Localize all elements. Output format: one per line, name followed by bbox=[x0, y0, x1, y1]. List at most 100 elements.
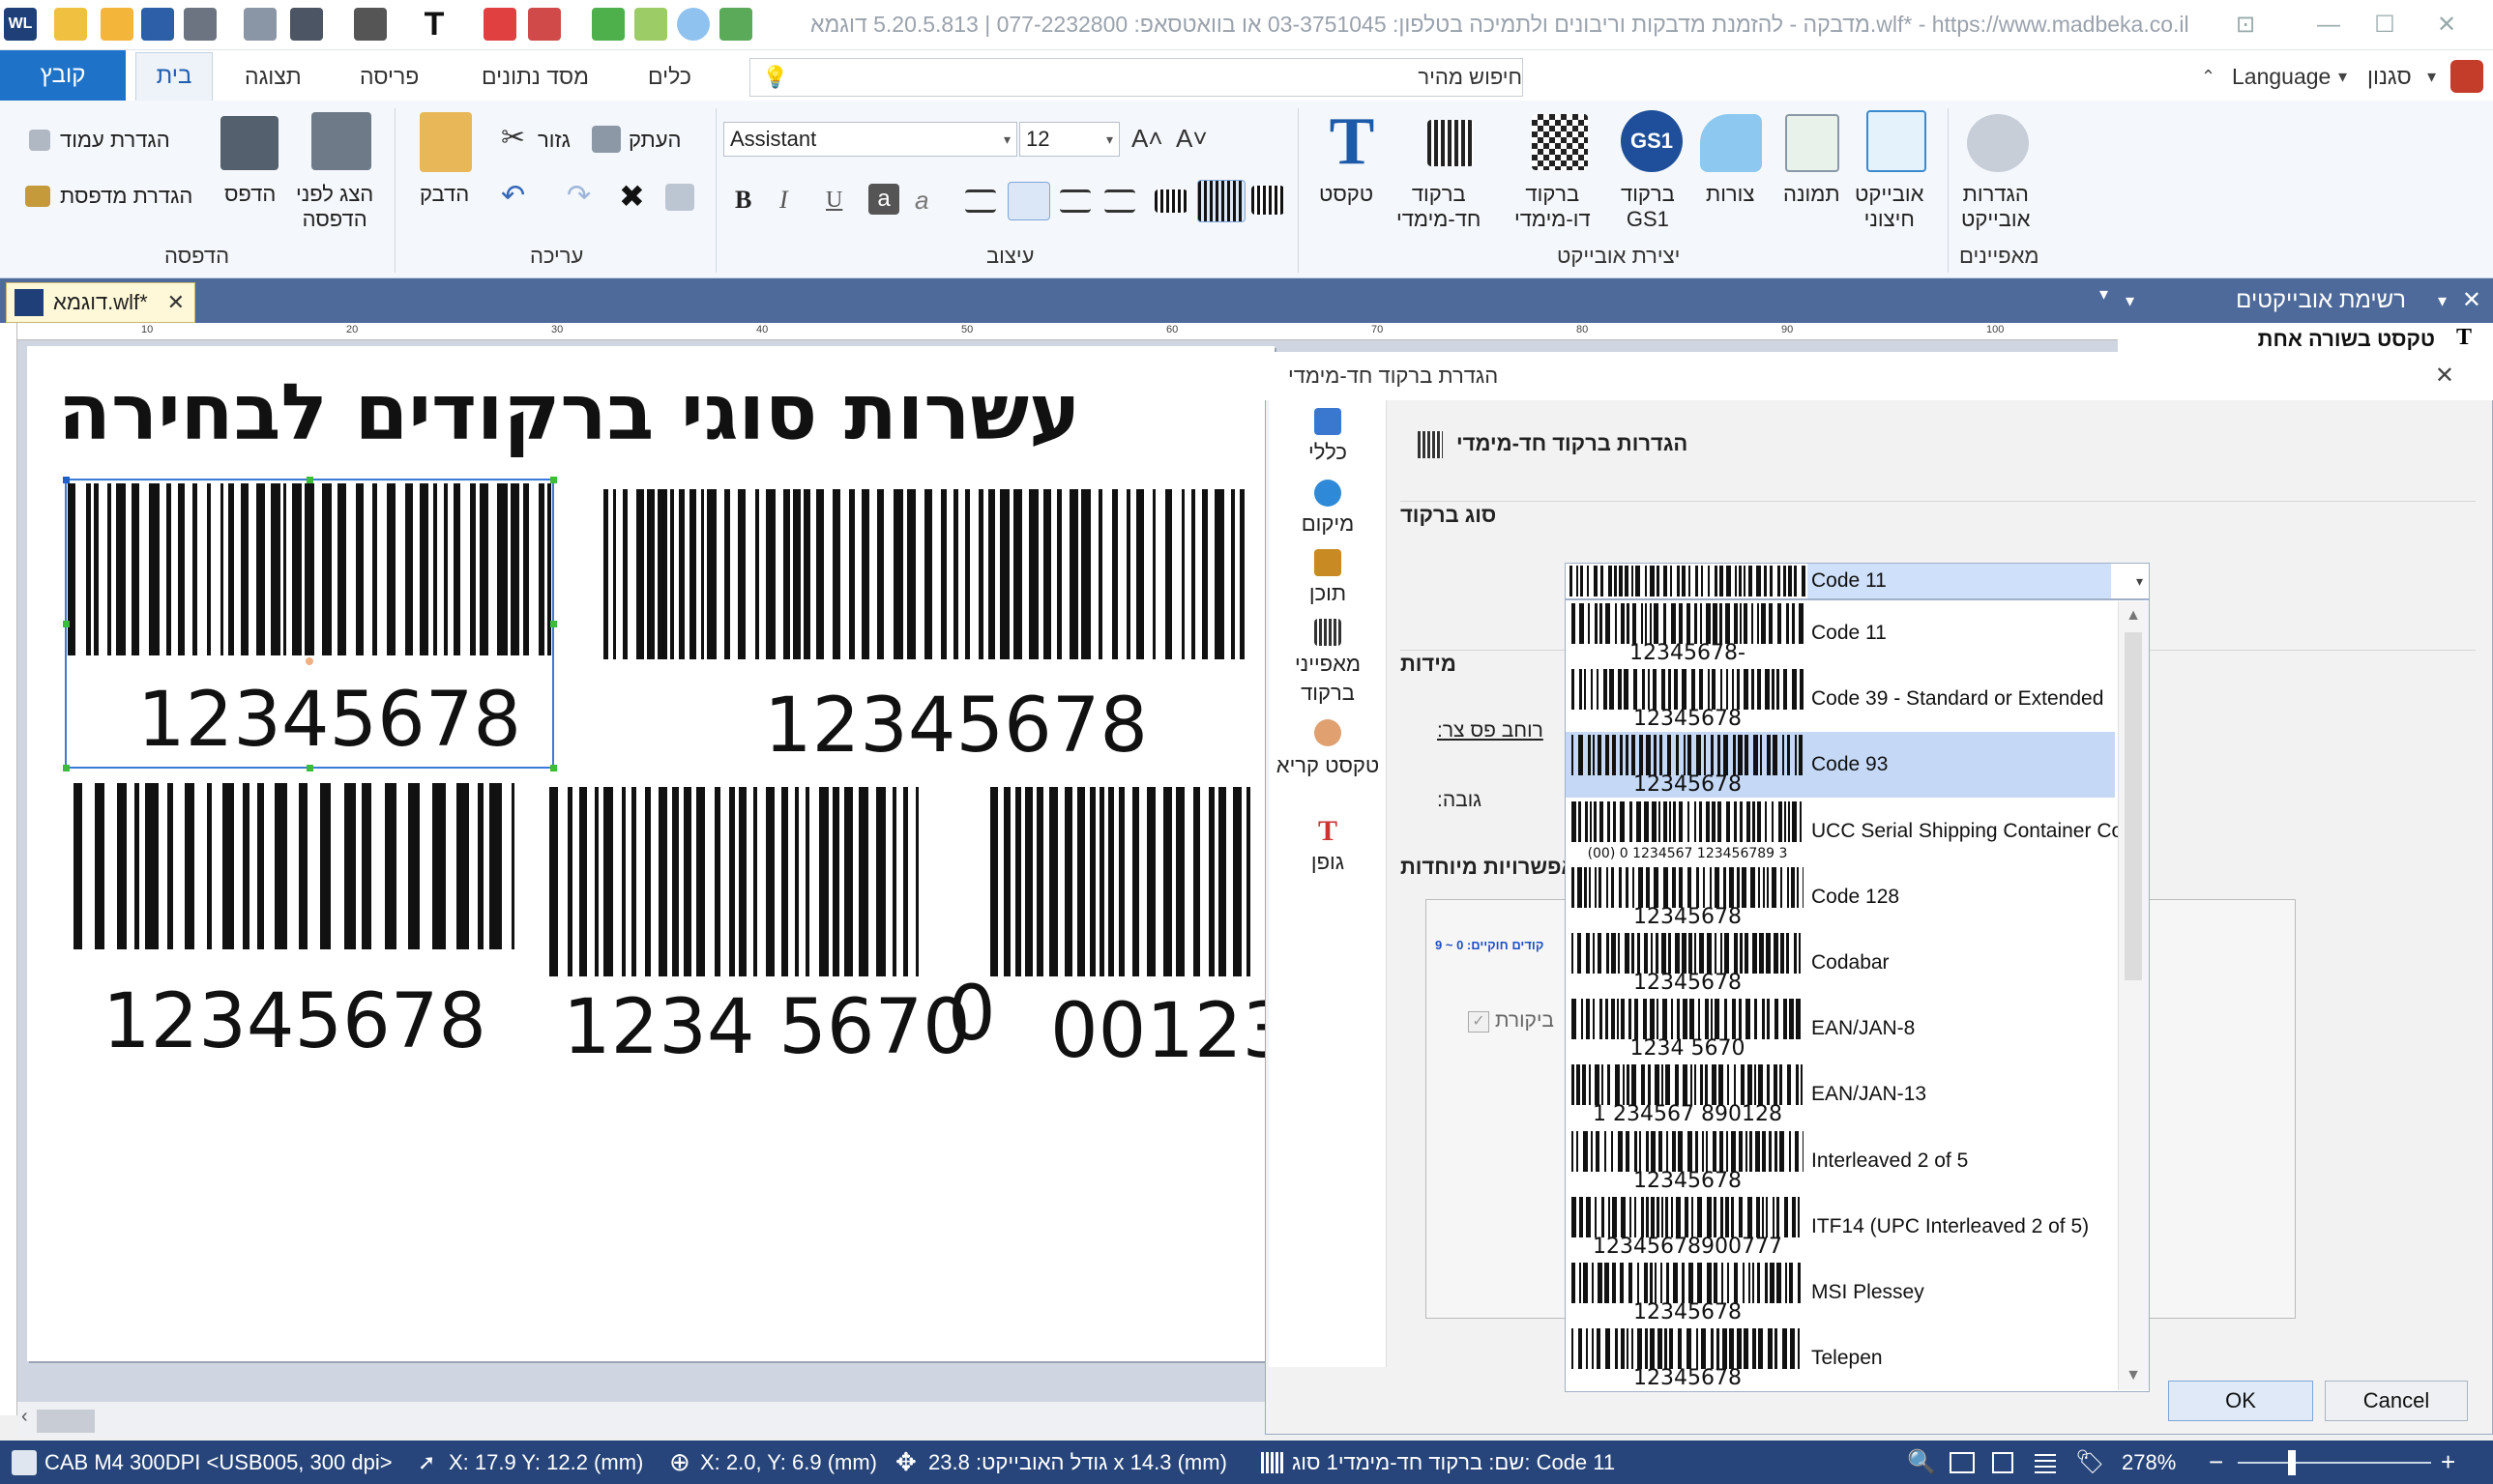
grid-icon[interactable] bbox=[2035, 1452, 2056, 1473]
line-quick-icon[interactable] bbox=[528, 8, 561, 41]
page-setup-button[interactable]: הגדרת עמוד bbox=[60, 128, 170, 153]
scroll-up-icon[interactable]: ▲ bbox=[2119, 601, 2148, 630]
save-icon[interactable] bbox=[141, 8, 174, 41]
redo-icon[interactable]: ↷ bbox=[567, 182, 596, 211]
delete-icon[interactable]: ✖ bbox=[619, 181, 648, 212]
document-tab[interactable]: דוגמא.wlf* ✕ bbox=[6, 282, 195, 323]
tab-view[interactable]: תצוגה bbox=[245, 60, 302, 93]
restore-ribbon-icon[interactable]: ⊡ bbox=[2216, 8, 2274, 43]
barcode-type-option[interactable]: 1 234567 890128 EAN/JAN-13 bbox=[1566, 1062, 2115, 1127]
barcode-type-option[interactable]: 12345678900777 ITF14 (UPC Interleaved 2 o… bbox=[1566, 1194, 2115, 1260]
zoom-slider-track[interactable] bbox=[2238, 1462, 2431, 1464]
barcode-type-select[interactable]: Code 11 ▾ bbox=[1565, 563, 2150, 599]
outline-text-icon[interactable]: a bbox=[915, 186, 946, 215]
zoom-slider-thumb[interactable] bbox=[2288, 1450, 2296, 1475]
text-quick-icon[interactable]: T bbox=[418, 8, 451, 41]
scroll-down-icon[interactable]: ▼ bbox=[2119, 1361, 2148, 1390]
nav-general[interactable]: כללי bbox=[1269, 408, 1387, 466]
grow-font-icon[interactable]: A˄ bbox=[1131, 124, 1163, 153]
selection-handle[interactable] bbox=[550, 477, 557, 483]
barcode-type-list[interactable]: 12345678- Code 11 12345678 Code 39 - Standa… bbox=[1565, 599, 2150, 1392]
zoom-in-icon[interactable]: + bbox=[2441, 1440, 2455, 1484]
view-mode-icon[interactable] bbox=[1950, 1452, 1975, 1473]
help-icon[interactable] bbox=[2450, 60, 2483, 93]
nav-readable-text[interactable]: טקסט קריא bbox=[1269, 719, 1387, 781]
close-tab-icon[interactable]: ✕ bbox=[167, 283, 185, 322]
justify-icon[interactable] bbox=[1104, 189, 1135, 213]
cut-button[interactable]: גזור bbox=[538, 128, 571, 153]
scroll-left-icon[interactable]: ‹ bbox=[21, 1406, 28, 1428]
shrink-font-icon[interactable]: A˅ bbox=[1176, 124, 1208, 153]
check-digit-checkbox[interactable]: ✓ bbox=[1468, 1011, 1489, 1033]
chevron-down-icon[interactable]: ▾ bbox=[2099, 284, 2108, 305]
print-button[interactable]: הדפס bbox=[224, 182, 276, 207]
maximize-button[interactable]: ☐ bbox=[2356, 8, 2414, 43]
barcode-type-option[interactable]: 12345678 MSI Plessey bbox=[1566, 1260, 2115, 1325]
scroll-thumb[interactable] bbox=[37, 1410, 95, 1433]
chevron-down-icon[interactable]: ▾ bbox=[2438, 278, 2447, 323]
barcode-1d-button[interactable]: ברקוד חד-מימדי bbox=[1396, 182, 1481, 232]
barcode-2d-button[interactable]: ברקוד דו-מימדי bbox=[1514, 182, 1591, 232]
quick-search-input[interactable]: חיפוש מהיר 💡 bbox=[749, 58, 1523, 97]
printer-setup-button[interactable]: הגדרת מדפסת bbox=[60, 184, 192, 209]
tag-status-icon[interactable]: 🏷 bbox=[2075, 1440, 2104, 1484]
chevron-down-icon[interactable]: ▾ bbox=[2136, 564, 2143, 598]
close-panel-icon[interactable]: ✕ bbox=[2462, 278, 2481, 323]
label-heading-text[interactable]: עשרות סוגי ברקודים לבחירה bbox=[58, 367, 1080, 457]
object-settings-button[interactable]: הגדרות אובייקט bbox=[1961, 182, 2030, 232]
external-object-button[interactable]: אובייקט חיצוני bbox=[1855, 182, 1923, 232]
barcode-type-option[interactable]: 1234 5670 EAN/JAN-8 bbox=[1566, 996, 2115, 1062]
style-menu[interactable]: סגנון bbox=[2367, 60, 2412, 93]
tab-layout[interactable]: פריסה bbox=[360, 60, 419, 93]
barcode-type-option[interactable]: 12345678 Telepen bbox=[1566, 1325, 2115, 1391]
selection-handle[interactable] bbox=[307, 477, 313, 483]
copy-button[interactable]: העתק bbox=[629, 128, 681, 153]
barcode-type-option[interactable]: 12345678 Code 39 - Standard or Extended bbox=[1566, 666, 2115, 732]
shapes-button[interactable]: צורות bbox=[1706, 182, 1754, 207]
nav-position[interactable]: מיקום bbox=[1269, 480, 1387, 538]
selection-handle[interactable] bbox=[63, 477, 70, 483]
bold-icon[interactable]: B bbox=[735, 186, 762, 215]
rectangle-quick-icon[interactable] bbox=[592, 8, 625, 41]
gs1-barcode-button[interactable]: ברקוד GS1 bbox=[1621, 182, 1675, 232]
selection-handle[interactable] bbox=[307, 765, 313, 771]
paste-button[interactable]: הדבק bbox=[420, 182, 469, 207]
barcode-type-option[interactable]: 12345678 Interleaved 2 of 5 bbox=[1566, 1128, 2115, 1194]
cancel-button[interactable]: Cancel bbox=[2325, 1381, 2468, 1421]
tab-database[interactable]: מסד נתונים bbox=[482, 60, 589, 93]
chevron-down-icon[interactable]: ▾ bbox=[2126, 278, 2134, 323]
tab-tools[interactable]: כלים bbox=[648, 60, 691, 93]
barcode-type-option[interactable]: (00) 0 1234567 123456789 3 UCC Serial Shi… bbox=[1566, 799, 2123, 864]
dialog-close-icon[interactable]: ✕ bbox=[2435, 352, 2454, 400]
font-family-select[interactable]: Assistant ▾ bbox=[723, 122, 1017, 157]
list-scrollbar[interactable]: ▲ ▼ bbox=[2118, 601, 2149, 1390]
barcode-text-above-icon[interactable] bbox=[1251, 186, 1284, 215]
tab-home[interactable]: בית bbox=[135, 52, 213, 101]
edit-quick-icon[interactable] bbox=[484, 8, 516, 41]
qr-quick-icon[interactable] bbox=[354, 8, 387, 41]
ok-button[interactable]: OK bbox=[2168, 1381, 2313, 1421]
ellipse-quick-icon[interactable] bbox=[677, 8, 710, 41]
preview-quick-icon[interactable] bbox=[244, 8, 277, 41]
print-quick-icon[interactable] bbox=[184, 8, 217, 41]
diagonal-line-icon[interactable] bbox=[634, 8, 667, 41]
barcode-no-text-icon[interactable] bbox=[1155, 189, 1188, 213]
close-window-button[interactable]: ✕ bbox=[2418, 8, 2476, 43]
text-object-button[interactable]: טקסט bbox=[1319, 182, 1373, 207]
barcode-type-option[interactable]: 12345678 Codabar bbox=[1566, 930, 2115, 996]
tab-file[interactable]: קובץ bbox=[0, 50, 126, 101]
nav-font[interactable]: T גופן bbox=[1269, 817, 1387, 876]
image-quick-icon[interactable] bbox=[719, 8, 752, 41]
inverse-text-icon[interactable]: a bbox=[868, 184, 899, 215]
nav-barcode-properties[interactable]: מאפייני ברקוד bbox=[1269, 619, 1387, 708]
nav-content[interactable]: תוכן bbox=[1269, 549, 1387, 607]
barcode-text-below-icon[interactable] bbox=[1197, 180, 1246, 222]
printer-status[interactable]: CAB M4 300DPI <USB005, 300 dpi> bbox=[44, 1440, 393, 1484]
scroll-thumb[interactable] bbox=[2125, 632, 2142, 980]
open-folder-icon[interactable] bbox=[101, 8, 133, 41]
collapse-ribbon-icon[interactable]: ⌃ bbox=[2201, 60, 2215, 93]
selection-handle[interactable] bbox=[63, 765, 70, 771]
horizontal-scrollbar[interactable]: ‹ bbox=[17, 1402, 1265, 1437]
italic-icon[interactable]: I bbox=[779, 186, 807, 215]
page-view-icon[interactable] bbox=[1992, 1452, 2013, 1473]
